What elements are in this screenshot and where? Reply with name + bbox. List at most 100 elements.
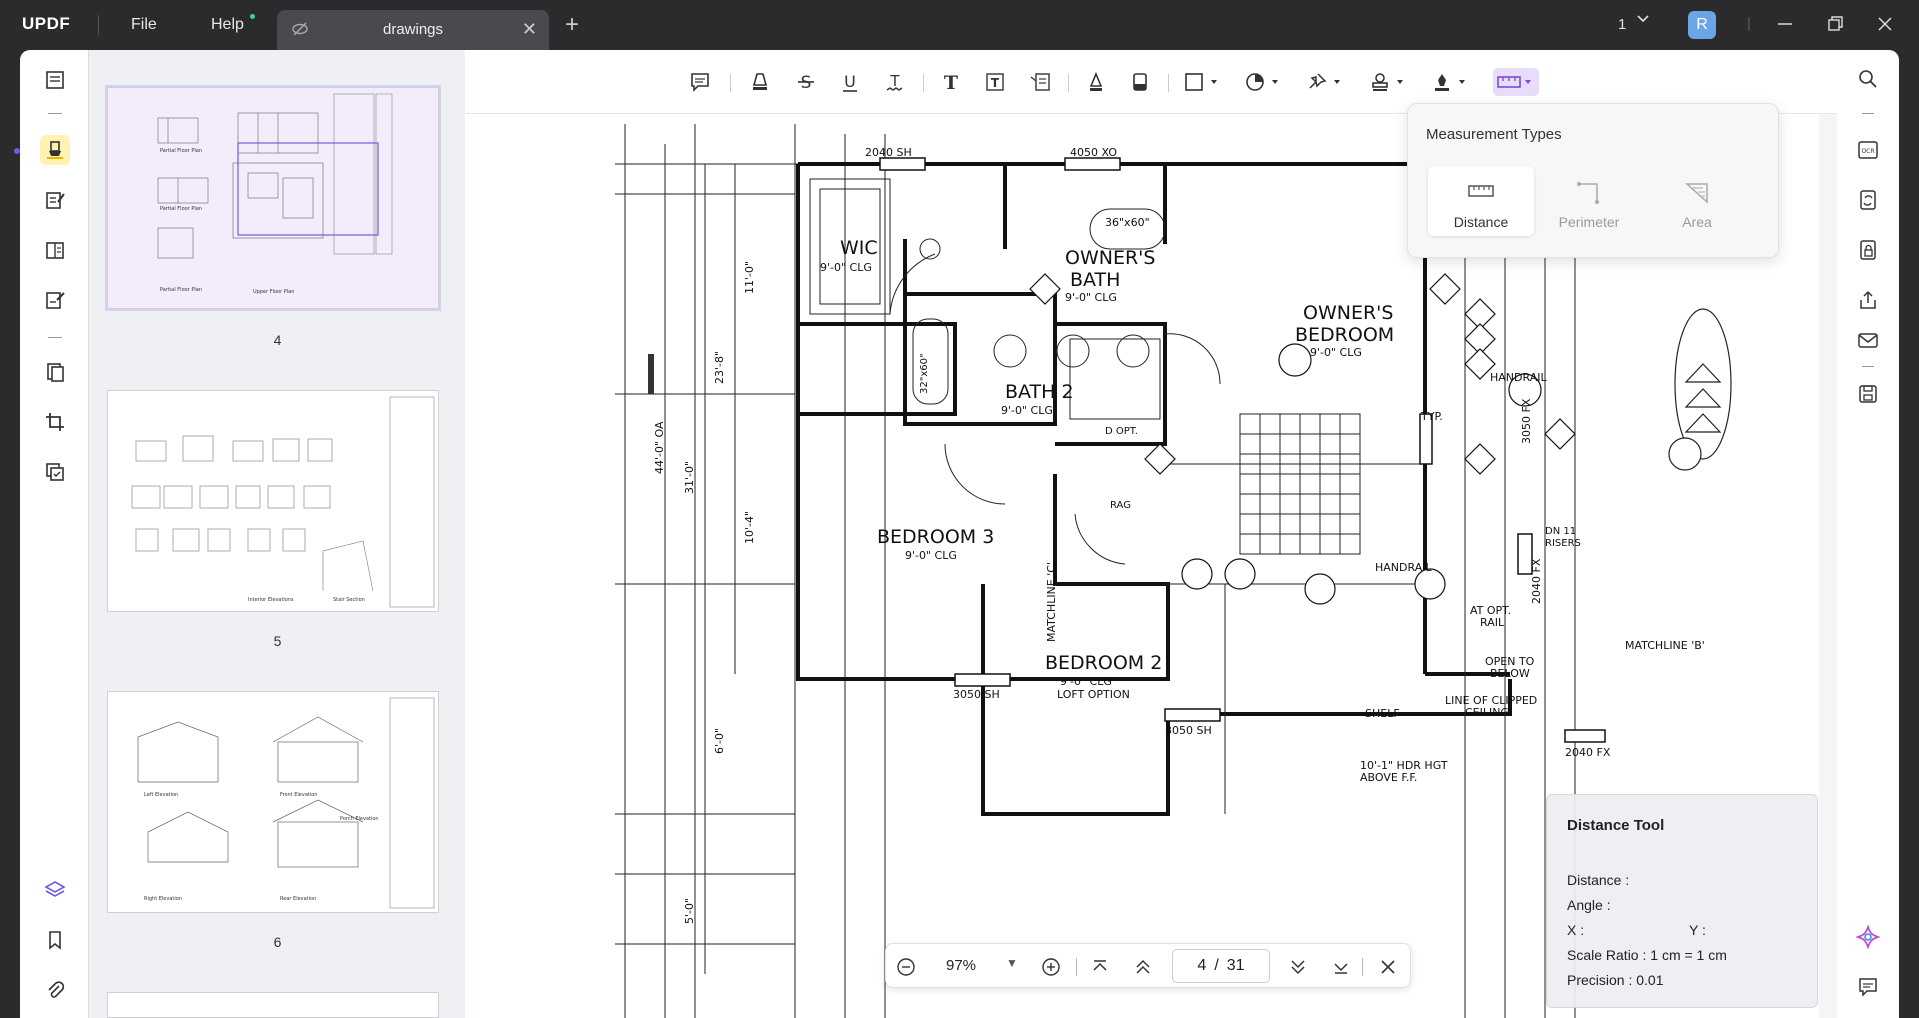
convert-pdf-icon[interactable] [1854,186,1882,214]
attachment-icon[interactable] [40,975,70,1005]
strikethrough-icon[interactable]: S [791,68,821,96]
convert-icon[interactable] [40,457,70,487]
measurement-types-popup: Measurement Types Distance Perimeter Are… [1407,103,1779,258]
distance-tool-panel: Distance Tool Distance : Angle : X : Y :… [1546,794,1818,1008]
drawing-note: MATCHLINE 'B' [1625,639,1705,652]
thumbnail-panel: Partial Floor Plan Partial Floor Plan Pa… [88,50,465,1018]
page-thumbnail-7[interactable] [107,992,439,1018]
close-window-icon[interactable] [1872,11,1898,37]
layers-icon[interactable] [40,875,70,905]
restore-icon[interactable] [1822,11,1848,37]
user-avatar[interactable]: R [1688,11,1716,39]
drawing-note: CEILING [1465,706,1509,719]
window-label: 2040 FX [1530,558,1543,604]
minimize-icon[interactable] [1772,11,1798,37]
toolbar-divider [730,74,731,92]
reader-mode-icon[interactable] [40,65,70,95]
last-page-icon[interactable] [1329,955,1353,979]
text-callout-icon[interactable] [1025,68,1055,96]
zoom-out-icon[interactable] [894,955,918,979]
protect-icon[interactable] [1854,236,1882,264]
y-readout: Y : [1689,922,1706,938]
help-menu[interactable]: Help [211,16,244,34]
zoom-level[interactable]: 97% [946,957,976,974]
room-note: LOFT OPTION [1057,688,1130,701]
room-label: OWNER'S [1065,247,1155,269]
pin-dropdown-icon[interactable] [1305,68,1347,96]
pencil-icon[interactable] [1081,68,1111,96]
share-icon[interactable] [1854,286,1882,314]
drawing-note: SHELF [1365,707,1400,720]
area-option[interactable]: Area [1644,166,1750,236]
dimension: 10'-4" [743,511,756,544]
svg-text:T: T [889,72,900,90]
ruler-icon [1468,185,1494,197]
signature-dropdown-icon[interactable] [1430,68,1472,96]
chevron-down-icon[interactable] [1636,11,1650,25]
drawing-note: TYP. [1420,410,1443,423]
dimension: 6'-0" [713,728,726,754]
crop-icon[interactable] [40,407,70,437]
next-page-icon[interactable] [1286,955,1310,979]
stamp-dropdown-icon[interactable] [1368,68,1410,96]
sticker-dropdown-icon[interactable] [1243,68,1285,96]
x-readout: X : [1567,922,1585,938]
page-thumbnail-4[interactable]: Partial Floor Plan Partial Floor Plan Pa… [105,85,441,311]
area-icon [1685,183,1708,204]
text-icon[interactable]: T [936,68,966,96]
save-icon[interactable] [1854,380,1882,408]
toolbar-divider [1862,113,1874,114]
window-label: 2040 SH [865,146,912,159]
ocr-icon[interactable]: OCR [1854,136,1882,164]
measure-dropdown-icon[interactable] [1493,68,1539,96]
nav-divider [1076,958,1077,976]
underline-icon[interactable]: U [835,68,865,96]
precision[interactable]: Precision : 0.01 [1567,972,1664,988]
bookmark-icon[interactable] [40,925,70,955]
first-page-icon[interactable] [1088,955,1112,979]
zoom-in-icon[interactable] [1039,955,1063,979]
highlight-icon[interactable] [745,68,775,96]
squiggly-icon[interactable]: T [880,68,910,96]
perimeter-option[interactable]: Perimeter [1536,166,1642,236]
distance-option[interactable]: Distance [1428,166,1534,236]
page-thumbnail-5[interactable]: Interior Elevations Stair Section [107,390,439,612]
room-label: WIC [840,237,878,259]
room-ceiling: 9'-0" CLG [1065,291,1117,304]
ai-assistant-icon[interactable] [1854,923,1882,951]
window-count[interactable]: 1 [1618,16,1626,33]
thumb-caption: Rear Elevation [280,896,316,902]
notification-dot [250,14,255,19]
room-ceiling: 9'-0" CLG [820,261,872,274]
close-nav-icon[interactable] [1376,955,1400,979]
svg-text:T: T [991,76,1000,90]
toolbar-divider [48,337,62,338]
shape-dropdown-icon[interactable] [1182,68,1224,96]
angle-readout: Angle : [1567,897,1611,913]
page-thumbnail-6[interactable]: Left Elevation Front Elevation Porch Ele… [107,691,439,913]
document-tab[interactable]: drawings ✕ [277,10,549,50]
eraser-icon[interactable] [1125,68,1155,96]
email-icon[interactable] [1854,326,1882,354]
zoom-dropdown-icon[interactable]: ▼ [1006,956,1018,970]
fill-sign-icon[interactable] [40,285,70,315]
close-tab-icon[interactable]: ✕ [522,19,537,40]
title-bar: UPDF File Help drawings ✕ + 1 R [0,0,1919,50]
svg-text:OCR: OCR [1861,148,1874,155]
scale-ratio[interactable]: Scale Ratio : 1 cm = 1 cm [1567,947,1727,963]
text-box-icon[interactable]: T [980,68,1010,96]
thumb-caption: Interior Elevations [248,597,294,603]
file-menu[interactable]: File [131,16,157,34]
comments-icon[interactable] [1854,973,1882,1001]
form-icon[interactable] [40,235,70,265]
nav-divider [1362,958,1363,976]
edit-pdf-icon[interactable] [40,185,70,215]
page-number-input[interactable]: 4 / 31 [1172,949,1270,983]
comment-highlighter-icon[interactable] [40,135,70,165]
previous-page-icon[interactable] [1131,955,1155,979]
organize-pages-icon[interactable] [40,357,70,387]
thumb-caption: Partial Floor Plan [160,206,202,212]
note-icon[interactable] [685,68,715,96]
search-icon[interactable] [1854,65,1882,93]
new-tab-button[interactable]: + [565,11,579,39]
